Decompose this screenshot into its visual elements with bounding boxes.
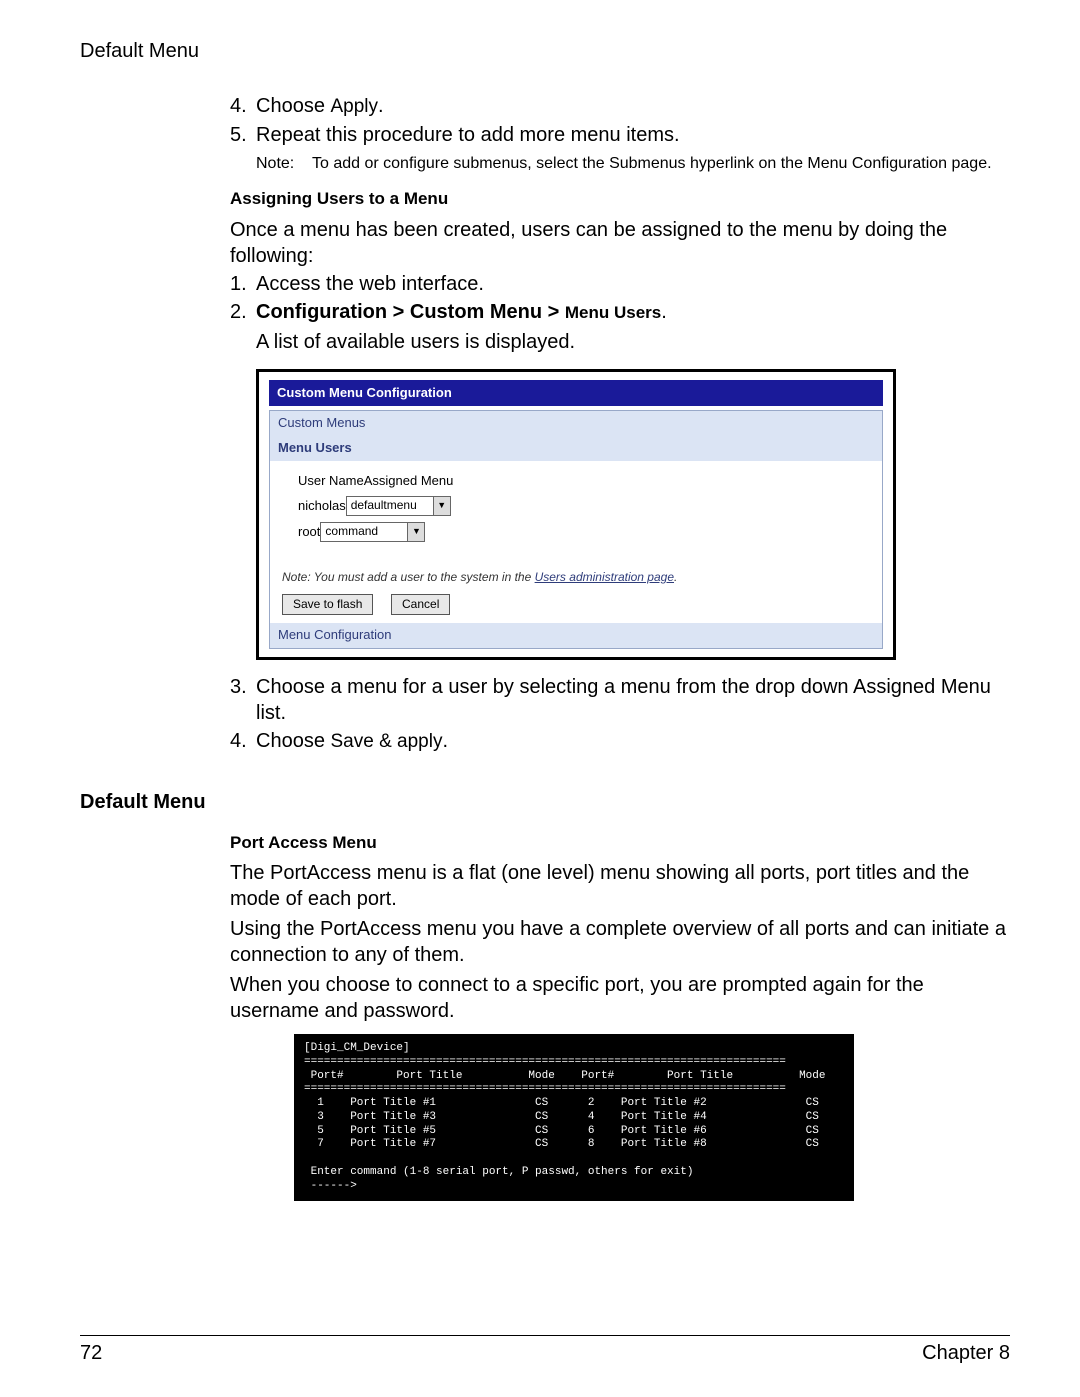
page-number: 72 [80,1342,102,1365]
text: Choose [256,730,331,752]
cell-user: root [298,524,320,541]
text: Note: You must add a user to the system … [282,570,535,584]
assigned-menu-select[interactable]: defaultmenu ▼ [346,496,451,516]
panel-title: Custom Menu Configuration [269,380,883,407]
note-label: Note: [256,154,312,175]
nav-path-last: Menu Users [565,303,661,322]
step-text: Choose Apply. [256,93,384,120]
assigned-menu-select[interactable]: command ▼ [320,522,425,542]
text: . [378,95,384,117]
step-number: 4. [230,93,256,120]
step-number: 2. [230,299,256,325]
chevron-down-icon: ▼ [407,523,424,541]
col-assigned-menu: Assigned Menu [364,473,454,490]
text: . [442,730,448,752]
panel-note: Note: You must add a user to the system … [270,562,882,590]
figure-inner: Custom Menu Configuration Custom Menus M… [259,372,893,658]
note-body: To add or configure submenus, select the… [312,154,992,175]
tab-menu-configuration[interactable]: Menu Configuration [270,623,882,648]
text: . [674,570,677,584]
users-admin-link[interactable]: Users administration page [535,570,674,584]
paragraph: The PortAccess menu is a flat (one level… [230,860,1010,912]
terminal-screenshot: [Digi_CM_Device] =======================… [294,1034,854,1201]
table-row: root command ▼ [298,522,874,542]
step-number: 5. [230,122,256,148]
step-number: 4. [230,728,256,755]
panel-box: Custom Menus Menu Users User Name Assign… [269,410,883,649]
step-text: Choose Save & apply. [256,728,448,755]
cell-user: nicholas [298,498,346,515]
select-value: command [321,524,407,540]
col-user-name: User Name [298,473,364,490]
step-text: Access the web interface. [256,271,484,297]
text: . [661,301,667,323]
step-2: 2. Configuration > Custom Menu > Menu Us… [230,299,1010,325]
page-footer: 72 Chapter 8 [80,1335,1010,1365]
select-value: defaultmenu [347,498,433,514]
step-1: 1. Access the web interface. [230,271,1010,297]
button-bar: Save to flash Cancel [270,590,882,624]
step-number: 1. [230,271,256,297]
paragraph: A list of available users is displayed. [256,329,1010,355]
custom-menu-config-figure: Custom Menu Configuration Custom Menus M… [256,369,896,661]
save-to-flash-button[interactable]: Save to flash [282,594,373,616]
step-text: Choose a menu for a user by selecting a … [256,674,1010,726]
tab-custom-menus[interactable]: Custom Menus [270,411,882,436]
table-header: User Name Assigned Menu [298,473,874,490]
step-text: Configuration > Custom Menu > Menu Users… [256,299,667,325]
running-header: Default Menu [80,40,1010,63]
cell-menu: defaultmenu ▼ [346,496,451,516]
step-number: 3. [230,674,256,726]
subheading-assigning-users: Assigning Users to a Menu [230,188,1010,210]
page: Default Menu 4. Choose Apply. 5. Repeat … [0,0,1080,1397]
cell-menu: command ▼ [320,522,425,542]
nav-path: Configuration > Custom Menu > [256,301,565,323]
step-5: 5. Repeat this procedure to add more men… [230,122,1010,148]
body-column: 4. Choose Apply. 5. Repeat this procedur… [230,93,1010,755]
step-4: 4. Choose Apply. [230,93,1010,120]
paragraph: When you choose to connect to a specific… [230,972,1010,1024]
step-text: Repeat this procedure to add more menu i… [256,122,680,148]
chevron-down-icon: ▼ [433,497,450,515]
body-column: Port Access Menu The PortAccess menu is … [230,832,1010,1201]
note: Note: To add or configure submenus, sele… [256,154,1010,175]
cancel-button[interactable]: Cancel [391,594,450,616]
section-heading-default-menu: Default Menu [80,791,1010,814]
chapter-label: Chapter 8 [922,1342,1010,1365]
tab-menu-users[interactable]: Menu Users [270,436,882,461]
step-3: 3. Choose a menu for a user by selecting… [230,674,1010,726]
menu-users-panel: User Name Assigned Menu nicholas default… [270,461,882,562]
step-4b: 4. Choose Save & apply. [230,728,1010,755]
ui-term: Apply [331,96,379,117]
text: Choose [256,95,331,117]
paragraph: Once a menu has been created, users can … [230,217,1010,269]
subheading-port-access: Port Access Menu [230,832,1010,854]
table-row: nicholas defaultmenu ▼ [298,496,874,516]
ui-term: Save & apply [331,731,443,752]
paragraph: Using the PortAccess menu you have a com… [230,916,1010,968]
